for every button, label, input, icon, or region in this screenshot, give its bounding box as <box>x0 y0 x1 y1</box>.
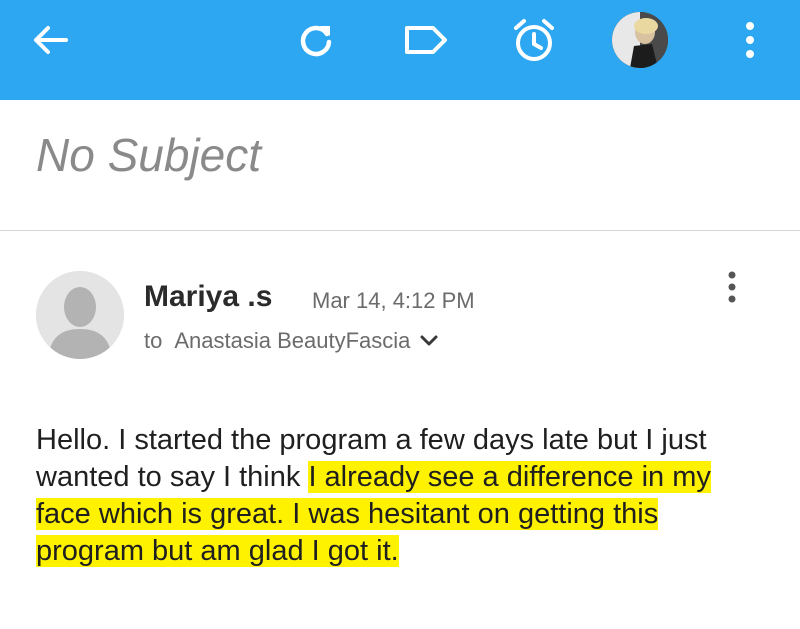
email-date: Mar 14, 4:12 PM <box>312 288 475 313</box>
more-vert-icon[interactable] <box>736 16 764 64</box>
message-more-icon[interactable] <box>726 270 746 306</box>
label-icon[interactable] <box>402 20 450 60</box>
alarm-icon[interactable] <box>508 14 560 66</box>
recipient-name: Anastasia BeautyFascia <box>174 328 411 353</box>
chevron-down-icon[interactable] <box>420 335 438 347</box>
email-subject: No Subject <box>36 129 262 181</box>
app-bar <box>0 0 800 100</box>
sender-name: Mariya .s <box>144 280 273 313</box>
sender-avatar[interactable] <box>36 271 124 359</box>
back-arrow-icon[interactable] <box>26 20 74 60</box>
recipient-line[interactable]: to Anastasia BeautyFascia <box>144 328 438 354</box>
account-avatar[interactable] <box>612 12 668 68</box>
email-body: Hello. I started the program a few days … <box>36 422 746 570</box>
refresh-icon[interactable] <box>294 18 338 62</box>
to-prefix: to <box>144 328 163 353</box>
